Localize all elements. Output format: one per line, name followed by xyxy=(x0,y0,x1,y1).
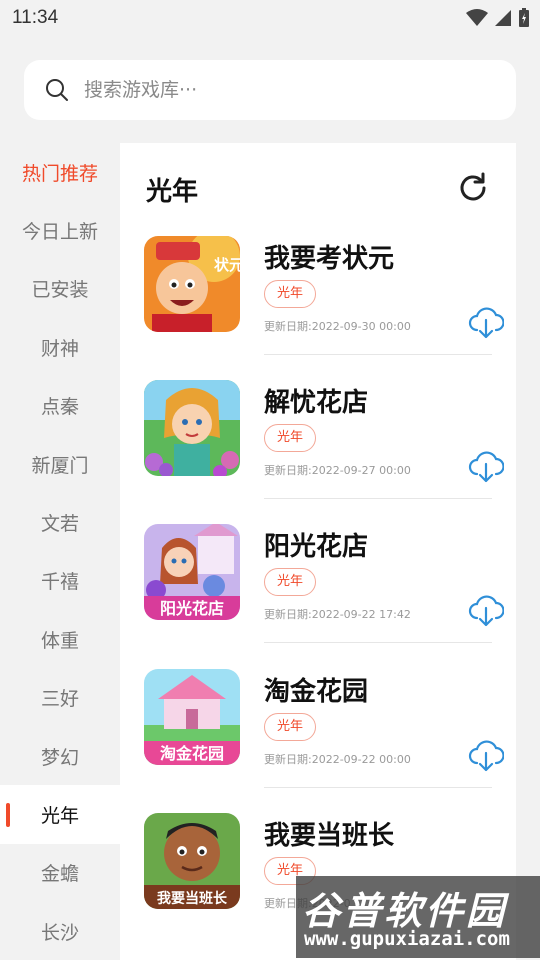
sidebar-item-sanhao[interactable]: 三好 xyxy=(0,669,120,727)
sidebar-item-label: 千禧 xyxy=(40,571,79,594)
status-icons xyxy=(466,8,530,28)
watermark-url: www.gupuxiazai.com xyxy=(304,928,510,950)
game-title: 我要考状元 xyxy=(264,244,395,274)
sidebar-item-hot[interactable]: 热门推荐 xyxy=(0,143,120,201)
sidebar-item-guangnian[interactable]: 光年 xyxy=(0,785,120,844)
sidebar-item-label: 金蟾 xyxy=(40,863,79,886)
game-thumbnail: 阳光花店 xyxy=(144,524,240,620)
sidebar-item-changsha[interactable]: 长沙 xyxy=(0,902,120,960)
battery-icon xyxy=(519,8,529,27)
signal-icon xyxy=(495,10,511,26)
sidebar-item-tizhong[interactable]: 体重 xyxy=(0,610,120,668)
sidebar-item-jinchan[interactable]: 金蟾 xyxy=(0,844,120,902)
thumb-text: 阳光花店 xyxy=(160,599,224,618)
game-tag: 光年 xyxy=(264,568,317,596)
category-sidebar: 热门推荐 今日上新 已安装 财神 点秦 新厦门 文若 千禧 体重 三好 梦幻 光… xyxy=(0,143,120,960)
game-title: 阳光花店 xyxy=(264,532,369,562)
sidebar-item-label: 光年 xyxy=(40,804,79,827)
game-title: 解忧花店 xyxy=(264,388,369,418)
sidebar-item-qianxi[interactable]: 千禧 xyxy=(0,552,120,610)
search-icon xyxy=(46,79,68,101)
game-tag: 光年 xyxy=(264,713,317,741)
wifi-icon xyxy=(466,9,488,26)
game-tag: 光年 xyxy=(264,424,317,452)
game-item[interactable]: 淘金花园 淘金花园 光年 更新日期:2022-09-22 00:00 xyxy=(144,669,504,813)
game-thumbnail: 状元 xyxy=(144,236,240,332)
thumb-text: 我要当班长 xyxy=(157,890,228,907)
sidebar-item-wenruo[interactable]: 文若 xyxy=(0,493,120,551)
game-update-date: 更新日期:2022-09-27 00:00 xyxy=(264,464,411,477)
sidebar-item-label: 已安装 xyxy=(31,279,89,302)
game-thumbnail: 淘金花园 xyxy=(144,669,240,765)
game-update-date: 更新日期:2022-09-22 17:42 xyxy=(264,608,411,621)
thumb-text: 状元 xyxy=(214,256,240,274)
search-bar[interactable] xyxy=(24,60,516,120)
sidebar-item-label: 体重 xyxy=(40,629,79,652)
item-divider xyxy=(264,787,492,788)
download-cloud-icon[interactable] xyxy=(468,450,504,484)
refresh-icon[interactable] xyxy=(456,171,490,205)
game-update-date: 更新日期:2022-09-30 00:00 xyxy=(264,320,411,333)
game-thumbnail: 我要当班长 xyxy=(144,813,240,909)
sidebar-item-label: 今日上新 xyxy=(21,221,98,244)
game-title: 淘金花园 xyxy=(264,677,369,707)
download-cloud-icon[interactable] xyxy=(468,739,504,773)
sidebar-item-installed[interactable]: 已安装 xyxy=(0,260,120,318)
status-bar: 11:34 xyxy=(0,0,540,36)
game-update-date: 更新日期:2022-09-22 00:00 xyxy=(264,753,411,766)
search-input[interactable] xyxy=(84,79,464,101)
game-item[interactable]: 状元 我要考状元 光年 更新日期:2022-09-30 00:00 xyxy=(144,236,504,380)
sidebar-item-menghuan[interactable]: 梦幻 xyxy=(0,727,120,785)
sidebar-item-dianqin[interactable]: 点秦 xyxy=(0,377,120,435)
sidebar-item-xinxiamen[interactable]: 新厦门 xyxy=(0,435,120,493)
game-tag: 光年 xyxy=(264,280,317,308)
game-list-panel: 光年 状元 我要考状元 光年 更新日期:2022-09-30 00:00 解忧花… xyxy=(120,143,516,960)
download-cloud-icon[interactable] xyxy=(468,594,504,628)
watermark-logo: 谷普软件园 xyxy=(302,889,508,933)
status-time: 11:34 xyxy=(12,7,59,28)
game-item[interactable]: 阳光花店 阳光花店 光年 更新日期:2022-09-22 17:42 xyxy=(144,524,504,668)
panel-title: 光年 xyxy=(146,177,199,207)
item-divider xyxy=(264,498,492,499)
sidebar-item-caishen[interactable]: 财神 xyxy=(0,318,120,376)
sidebar-item-new-today[interactable]: 今日上新 xyxy=(0,201,120,259)
sidebar-item-label: 财神 xyxy=(40,337,79,360)
item-divider xyxy=(264,354,492,355)
sidebar-item-label: 点秦 xyxy=(40,396,79,419)
sidebar-item-label: 三好 xyxy=(40,688,79,711)
game-title: 我要当班长 xyxy=(264,821,395,851)
game-item[interactable]: 解忧花店 光年 更新日期:2022-09-27 00:00 xyxy=(144,380,504,524)
active-indicator xyxy=(6,803,10,828)
watermark: 谷普软件园 www.gupuxiazai.com xyxy=(296,876,540,958)
thumb-text: 淘金花园 xyxy=(160,744,224,763)
sidebar-item-label: 热门推荐 xyxy=(21,162,98,185)
sidebar-item-label: 梦幻 xyxy=(40,746,79,769)
sidebar-item-label: 新厦门 xyxy=(31,454,89,477)
sidebar-item-label: 文若 xyxy=(40,513,79,536)
download-cloud-icon[interactable] xyxy=(468,306,504,340)
sidebar-item-label: 长沙 xyxy=(40,921,79,944)
item-divider xyxy=(264,642,492,643)
game-thumbnail xyxy=(144,380,240,476)
